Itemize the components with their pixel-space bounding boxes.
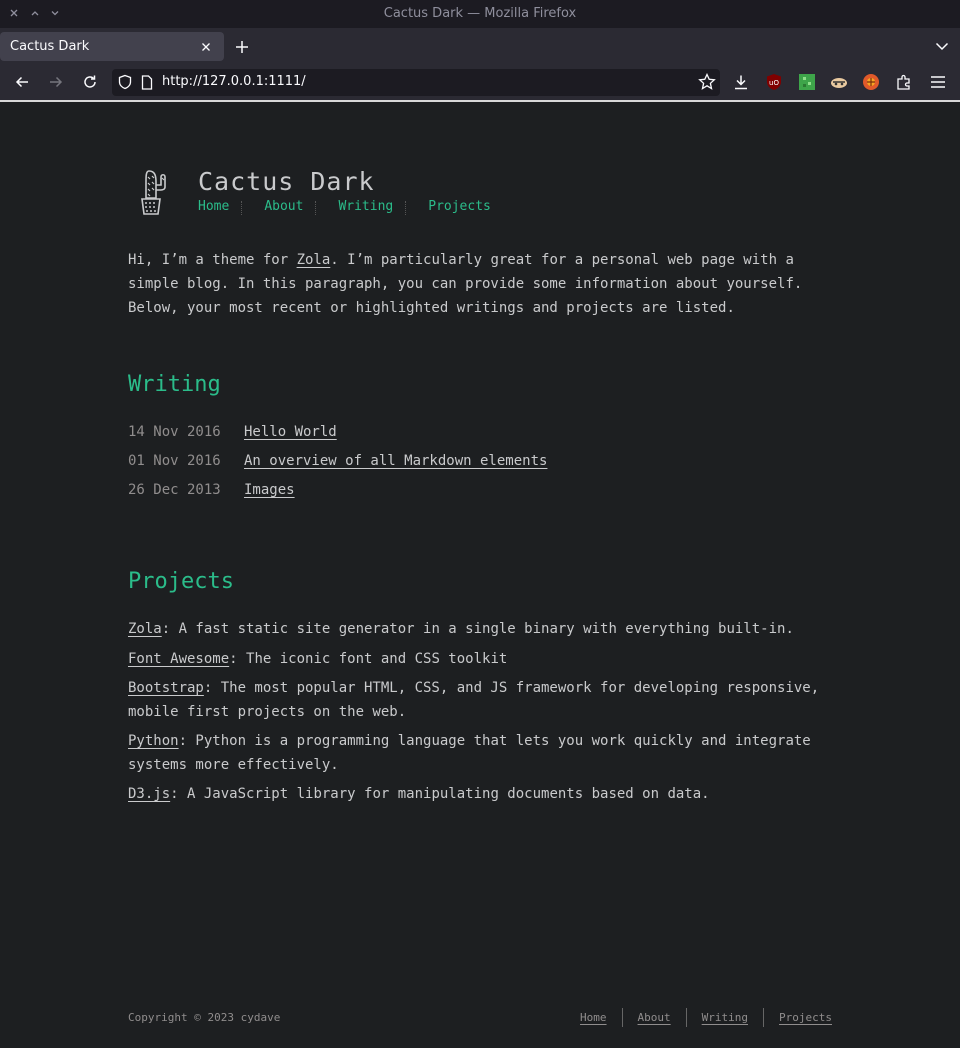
site-nav: Home About Writing Projects — [198, 199, 491, 215]
project-link[interactable]: Zola — [128, 621, 162, 637]
list-item: Python: Python is a programming language… — [128, 729, 838, 777]
extension-icon[interactable] — [862, 73, 880, 91]
footer-nav-about[interactable]: About — [638, 1011, 671, 1024]
url-text[interactable]: http://127.0.0.1:1111/ — [162, 74, 306, 89]
footer-separator — [621, 1008, 623, 1027]
page-separator — [0, 100, 960, 102]
extension-icon[interactable] — [798, 73, 816, 91]
tab-title: Cactus Dark — [10, 39, 90, 54]
site-title: Cactus Dark — [198, 167, 375, 196]
project-link[interactable]: Python — [128, 733, 179, 749]
back-icon[interactable] — [12, 72, 32, 92]
project-desc: : Python is a programming language that … — [128, 733, 811, 773]
project-link[interactable]: D3.js — [128, 786, 170, 802]
project-link[interactable]: Bootstrap — [128, 680, 204, 696]
footer-nav-writing[interactable]: Writing — [702, 1011, 748, 1024]
cactus-logo-icon[interactable] — [138, 168, 172, 216]
footer-copyright: Copyright © 2023 cydave — [128, 1011, 281, 1024]
close-icon[interactable] — [199, 40, 213, 54]
projects-heading: Projects — [128, 569, 234, 594]
post-date: 01 Nov 2016 — [128, 453, 221, 469]
plus-icon[interactable] — [232, 37, 252, 57]
nav-home[interactable]: Home — [198, 199, 229, 215]
project-desc: : A fast static site generator in a sing… — [161, 621, 794, 637]
list-item: Font Awesome: The iconic font and CSS to… — [128, 647, 838, 671]
window-titlebar: Cactus Dark — Mozilla Firefox — [0, 0, 960, 28]
extension-icon[interactable] — [894, 72, 914, 92]
footer-separator — [763, 1008, 765, 1027]
footer-nav-projects[interactable]: Projects — [779, 1011, 832, 1024]
project-desc: : The iconic font and CSS toolkit — [229, 651, 508, 667]
shield-icon[interactable] — [115, 72, 135, 92]
list-item: D3.js: A JavaScript library for manipula… — [128, 782, 838, 806]
footer-separator — [685, 1008, 687, 1027]
project-desc: : A JavaScript library for manipulating … — [170, 786, 710, 802]
intro-text: Hi, I’m a theme for — [128, 252, 297, 268]
tab-strip: Cactus Dark — [0, 28, 960, 64]
nav-separator — [405, 201, 407, 215]
post-date: 14 Nov 2016 — [128, 424, 221, 440]
project-desc: : The most popular HTML, CSS, and JS fra… — [128, 680, 820, 720]
menu-icon[interactable] — [928, 72, 948, 92]
nav-writing[interactable]: Writing — [338, 199, 393, 215]
svg-text:uO: uO — [769, 79, 779, 87]
forward-icon[interactable] — [46, 72, 66, 92]
intro-paragraph: Hi, I’m a theme for Zola. I’m particular… — [128, 248, 828, 320]
list-item: Bootstrap: The most popular HTML, CSS, a… — [128, 676, 838, 724]
nav-projects[interactable]: Projects — [428, 199, 491, 215]
nav-separator — [241, 201, 243, 215]
footer-nav-home[interactable]: Home — [580, 1011, 607, 1024]
list-item: Zola: A fast static site generator in a … — [128, 617, 838, 641]
post-date: 26 Dec 2013 — [128, 482, 221, 498]
zola-link[interactable]: Zola — [297, 252, 331, 268]
project-link[interactable]: Font Awesome — [128, 651, 229, 667]
footer-nav: Home About Writing Projects — [580, 1008, 832, 1027]
list-item: 14 Nov 2016 Hello World — [128, 424, 337, 440]
window-title: Cactus Dark — Mozilla Firefox — [383, 6, 577, 21]
post-link[interactable]: Hello World — [244, 424, 337, 440]
star-icon[interactable] — [697, 72, 717, 92]
download-icon[interactable] — [731, 72, 751, 92]
writing-heading: Writing — [128, 372, 221, 397]
reload-icon[interactable] — [80, 72, 100, 92]
post-link[interactable]: An overview of all Markdown elements — [244, 453, 547, 469]
list-item: 01 Nov 2016 An overview of all Markdown e… — [128, 453, 547, 469]
ublock-icon[interactable]: uO — [765, 73, 783, 91]
list-item: 26 Dec 2013 Images — [128, 482, 295, 498]
post-link[interactable]: Images — [244, 482, 295, 498]
nav-separator — [315, 201, 317, 215]
page-icon[interactable] — [137, 72, 157, 92]
nav-about[interactable]: About — [264, 199, 303, 215]
extension-icon[interactable] — [830, 73, 848, 91]
chevron-down-icon[interactable] — [933, 37, 951, 55]
tab-active[interactable]: Cactus Dark — [0, 32, 224, 61]
